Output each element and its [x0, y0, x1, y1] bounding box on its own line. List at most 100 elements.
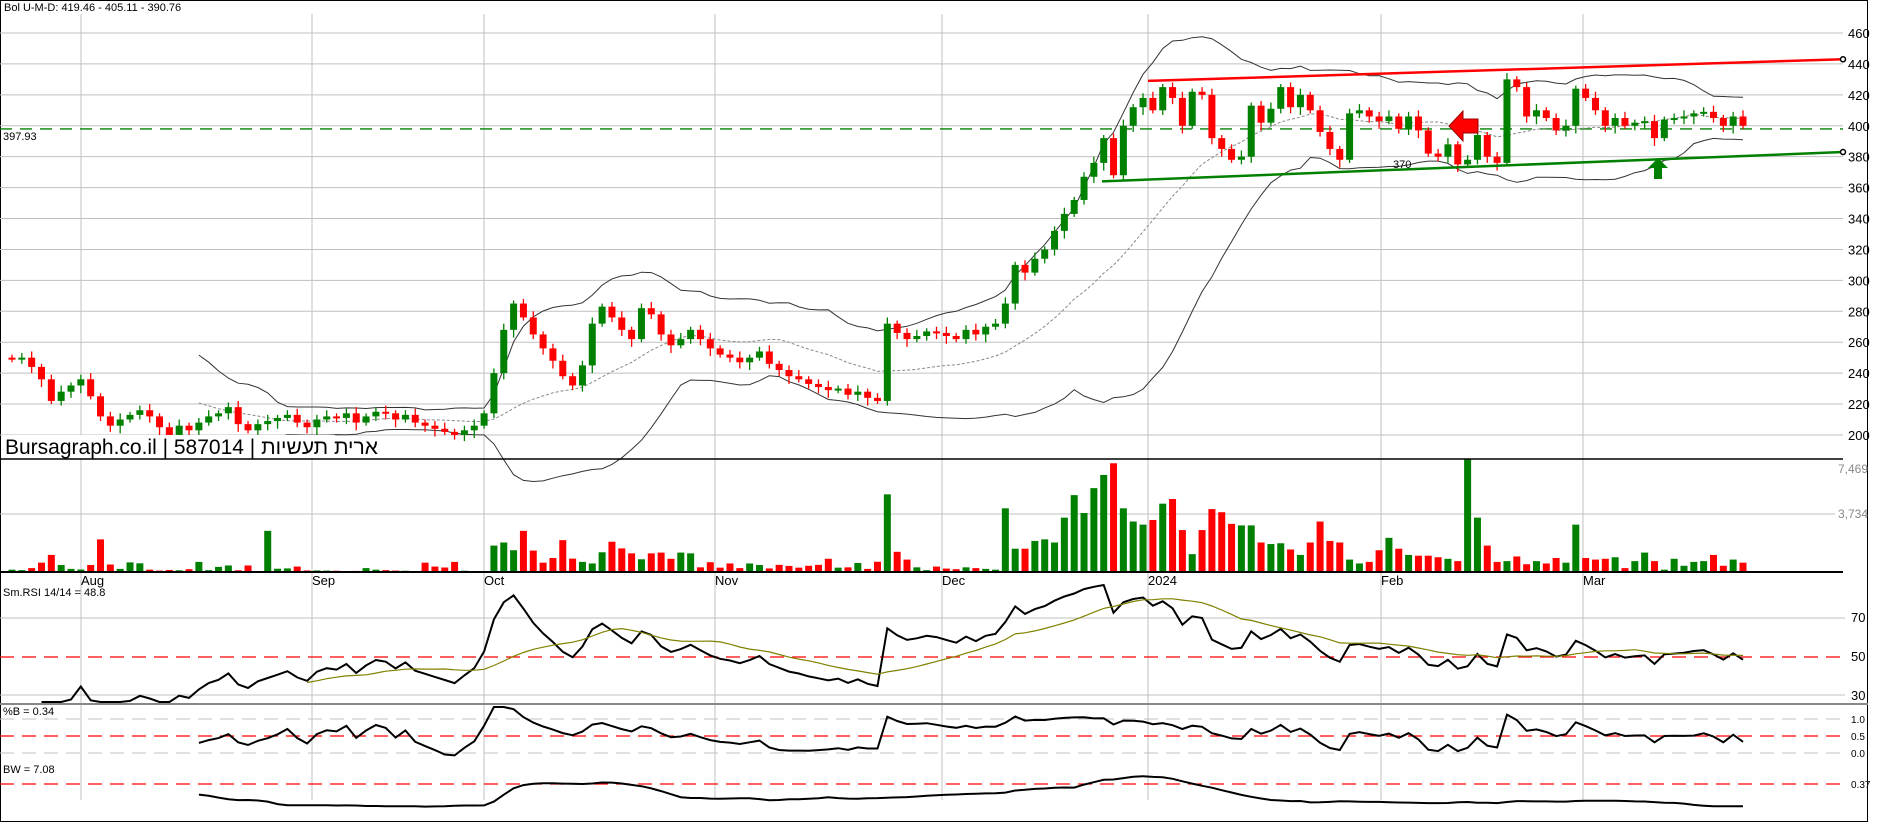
- candle-up: [510, 303, 518, 330]
- candle-up: [470, 425, 478, 431]
- candle-down: [28, 357, 36, 367]
- volume-bar: [657, 552, 665, 572]
- candle-down: [1375, 116, 1383, 122]
- bollinger-label: Bol U-M-D: 419.46 - 405.11 - 390.76: [4, 2, 181, 14]
- candle-up: [1670, 118, 1678, 121]
- volume-bar: [1247, 525, 1255, 572]
- candle-up: [883, 323, 891, 401]
- chart-frame: [0, 0, 1868, 822]
- candle-down: [1110, 138, 1118, 176]
- price-tick-label: 260: [1848, 335, 1870, 350]
- candle-up: [1267, 108, 1275, 123]
- price-tick-label: 380: [1848, 150, 1870, 165]
- candle-up: [205, 416, 213, 423]
- candle-down: [234, 407, 242, 425]
- volume-bar: [38, 562, 46, 572]
- price-tick-label: 220: [1848, 397, 1870, 412]
- candle-up: [834, 388, 842, 391]
- candle-up: [254, 424, 262, 431]
- candle-up: [1611, 118, 1619, 126]
- candle-up: [962, 329, 970, 340]
- candle-up: [746, 357, 754, 363]
- volume-bar: [1011, 548, 1019, 572]
- candle-down: [765, 351, 773, 364]
- candle-down: [1228, 148, 1236, 160]
- volume-bar: [1395, 548, 1403, 572]
- volume-bar: [1365, 561, 1373, 572]
- volume-bar: [677, 552, 685, 572]
- volume-bar: [1208, 509, 1216, 572]
- month-label: Feb: [1381, 573, 1403, 588]
- candle-up: [1247, 105, 1255, 157]
- volume-bar: [451, 561, 459, 572]
- volume-bar: [608, 541, 616, 572]
- volume-bar: [1424, 555, 1432, 572]
- candle-down: [451, 431, 459, 435]
- month-label: 2024: [1148, 573, 1177, 588]
- volume-bar: [578, 561, 586, 572]
- candle-down: [529, 317, 537, 335]
- volume-bar: [628, 553, 636, 572]
- candle-down: [1591, 97, 1599, 111]
- volume-bar: [1277, 543, 1285, 572]
- volume-bar: [87, 565, 95, 572]
- candle-up: [1051, 230, 1059, 250]
- rsi-label: Sm.RSI 14/14 = 48.8: [3, 587, 105, 599]
- candle-up: [1080, 176, 1088, 200]
- candle-down: [1719, 118, 1727, 126]
- candle-down: [785, 370, 793, 377]
- candle-down: [244, 424, 252, 431]
- month-label: Dec: [942, 573, 966, 588]
- volume-bar: [1483, 545, 1491, 572]
- volume-bar: [1464, 459, 1472, 572]
- candle-up: [1690, 113, 1698, 117]
- price-tick-label: 360: [1848, 181, 1870, 196]
- volume-bar: [637, 559, 645, 572]
- volume-bar: [1572, 524, 1580, 572]
- price-tick-label: 440: [1848, 57, 1870, 72]
- candle-down: [942, 332, 950, 337]
- candle-up: [1277, 87, 1285, 109]
- candle-down: [696, 329, 704, 340]
- candle-up: [1041, 249, 1049, 259]
- volume-bar: [1198, 530, 1206, 572]
- candle-up: [992, 323, 1000, 327]
- candle-down: [814, 383, 822, 388]
- candle-down: [795, 376, 803, 380]
- candle-up: [1660, 119, 1668, 139]
- volume-bar: [598, 552, 606, 572]
- candle-up: [460, 430, 468, 435]
- volume-bar: [1178, 530, 1186, 572]
- candle-down: [628, 329, 636, 340]
- volume-bar: [569, 558, 577, 572]
- candle-up: [372, 411, 380, 417]
- volume-bar: [814, 564, 822, 572]
- volume-bar: [106, 564, 114, 572]
- candle-up: [578, 365, 586, 386]
- candle-up: [1405, 116, 1413, 129]
- candle-down: [657, 314, 665, 335]
- candle-up: [274, 417, 282, 422]
- candle-up: [126, 414, 134, 420]
- candle-down: [903, 332, 911, 340]
- price-tick-label: 280: [1848, 304, 1870, 319]
- volume-bar: [1100, 474, 1108, 572]
- volume-bar: [421, 562, 429, 572]
- candle-up: [401, 414, 409, 420]
- volume-bar: [126, 562, 134, 572]
- candle-up: [1641, 121, 1649, 124]
- volume-bar: [500, 542, 508, 572]
- month-label: Oct: [484, 573, 505, 588]
- candle-down: [1523, 87, 1531, 117]
- candle-down: [87, 379, 95, 397]
- volume-bar: [1287, 549, 1295, 572]
- volume-bar: [1149, 519, 1157, 572]
- volume-bar: [1582, 558, 1590, 572]
- candle-up: [1444, 144, 1452, 157]
- candle-up: [1031, 258, 1039, 273]
- volume-bar: [1444, 558, 1452, 572]
- candle-up: [323, 416, 331, 420]
- volume-bar: [647, 553, 655, 572]
- volume-bar: [510, 550, 518, 572]
- percent-b-label: %B = 0.34: [3, 706, 54, 718]
